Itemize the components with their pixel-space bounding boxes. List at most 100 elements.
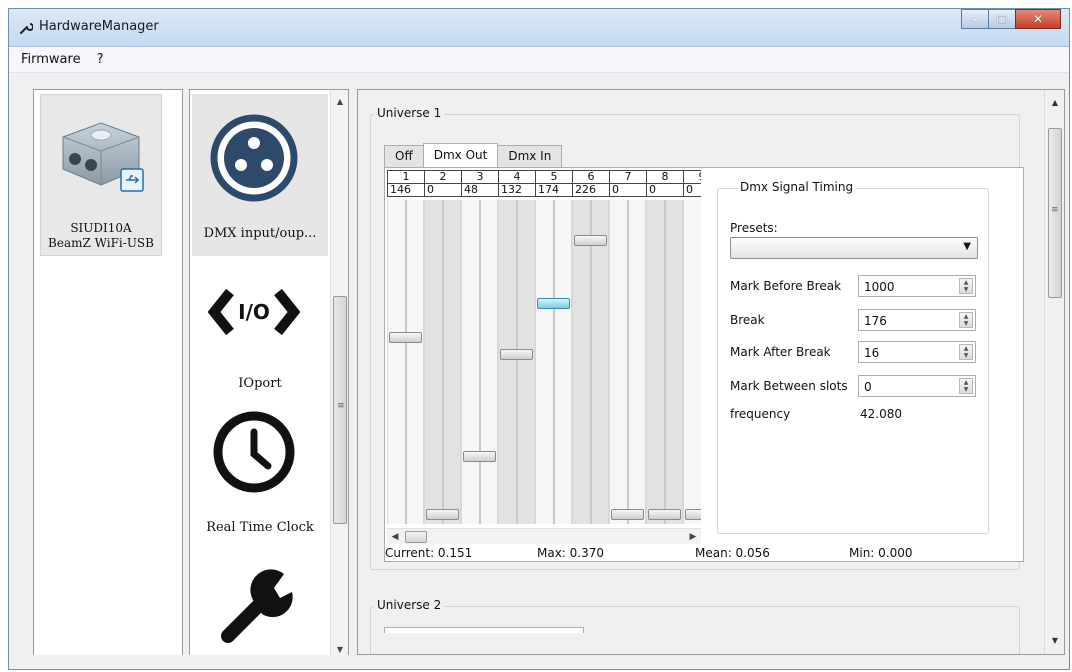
mark-after-break-spinbox[interactable]: 16 ▲ ▼: [858, 341, 976, 363]
tab-dmx-in[interactable]: Dmx In: [497, 145, 563, 167]
channel-value-5: 174: [535, 183, 573, 197]
title-bar: HardwareManager – □ ✕: [9, 9, 1069, 47]
close-button[interactable]: ✕: [1015, 9, 1061, 29]
menu-bar: Firmware ?: [9, 47, 1069, 73]
stats-bar: Current: 0.151 Max: 0.370 Mean: 0.056 Mi…: [385, 546, 1025, 562]
channel-fader-6[interactable]: [572, 200, 609, 524]
channel-fader-1[interactable]: [387, 200, 424, 524]
channel-header-9: 9: [683, 170, 701, 184]
wrench-icon: [221, 569, 293, 643]
fader-handle-7[interactable]: [611, 509, 644, 520]
dmx-out-pane: 114620348413251746226708090 ◀ ▶ Current:…: [384, 167, 1024, 562]
fader-handle-1[interactable]: [389, 332, 422, 343]
mark-before-break-spinbox[interactable]: 1000 ▲ ▼: [858, 275, 976, 297]
channel-fader-4[interactable]: [498, 200, 535, 524]
fader-handle-8[interactable]: [648, 509, 681, 520]
channel-value-9: 0: [683, 183, 701, 197]
fader-handle-2[interactable]: [426, 509, 459, 520]
function-item-tools[interactable]: [192, 546, 328, 662]
channel-fader-3[interactable]: [461, 200, 498, 524]
channel-hscrollbar[interactable]: ◀ ▶: [387, 528, 701, 544]
mark-before-break-value: 1000: [864, 280, 895, 294]
io-code-icon: I/O: [208, 288, 300, 336]
fader-groove: [700, 200, 701, 524]
channel-header-2: 2: [424, 170, 462, 184]
channel-value-2: 0: [424, 183, 462, 197]
chevron-down-icon: ▼: [963, 241, 971, 252]
channel-fader-9[interactable]: [683, 200, 701, 524]
break-label: Break: [730, 313, 765, 327]
channel-fader-2[interactable]: [424, 200, 461, 524]
fader-handle-6[interactable]: [574, 235, 607, 246]
frequency-value: 42.080: [860, 407, 902, 421]
grip-icon: ≡: [1051, 205, 1059, 215]
channel-value-4: 132: [498, 183, 536, 197]
device-item-siudi10a[interactable]: SIUDI10A BeamZ WiFi-USB: [40, 94, 162, 256]
channel-value-6: 226: [572, 183, 610, 197]
tab-dmx-out[interactable]: Dmx Out: [422, 143, 499, 167]
scroll-thumb[interactable]: ≡: [333, 296, 347, 524]
mark-between-slots-value: 0: [864, 380, 872, 394]
device-subtitle: BeamZ WiFi-USB: [48, 236, 154, 250]
scroll-down-arrow-icon[interactable]: ▼: [1045, 632, 1064, 650]
fader-groove: [552, 200, 555, 524]
function-label-rtc: Real Time Clock: [206, 520, 314, 535]
function-label-ioport: IOport: [238, 376, 282, 391]
scroll-up-arrow-icon[interactable]: ▲: [331, 94, 348, 110]
hscroll-thumb[interactable]: [405, 531, 427, 543]
scroll-up-arrow-icon[interactable]: ▲: [1045, 94, 1064, 112]
presets-label: Presets:: [730, 221, 778, 235]
spin-arrows-icon[interactable]: ▲ ▼: [959, 344, 973, 360]
frequency-label: frequency: [730, 407, 791, 421]
stat-current: Current: 0.151: [385, 546, 473, 560]
channel-fader-7[interactable]: [609, 200, 646, 524]
universe-1-tabs: Off Dmx Out Dmx In: [384, 143, 563, 167]
hardware-manager-window: HardwareManager – □ ✕ Firmware ? SIUDI10…: [8, 8, 1070, 670]
scroll-left-arrow-icon[interactable]: ◀: [387, 529, 403, 545]
menu-firmware[interactable]: Firmware: [13, 52, 89, 67]
fader-groove: [626, 200, 629, 524]
function-item-dmx[interactable]: DMX input/oup...: [192, 94, 328, 256]
function-list-scrollbar[interactable]: ▲ ≡ ▼: [330, 90, 348, 662]
stat-max: Max: 0.370: [537, 546, 605, 560]
dmx-signal-timing-group: Presets: ▼ Mark Before Break 1000 ▲ ▼ Bre…: [717, 188, 989, 534]
function-list: DMX input/oup... I/O IOport Real Time Cl…: [189, 89, 349, 663]
universe-scroll-thumb[interactable]: ≡: [1048, 128, 1062, 298]
channel-fader-8[interactable]: [646, 200, 683, 524]
channel-value-8: 0: [646, 183, 684, 197]
channel-header-3: 3: [461, 170, 499, 184]
channel-fader-5[interactable]: [535, 200, 572, 524]
fader-groove: [663, 200, 666, 524]
spin-arrows-icon[interactable]: ▲ ▼: [959, 378, 973, 394]
fader-handle-3[interactable]: [463, 451, 496, 462]
universe-2-title: Universe 2: [374, 598, 445, 612]
window-controls: – □ ✕: [961, 9, 1061, 31]
tab-off[interactable]: Off: [384, 145, 424, 167]
channel-value-7: 0: [609, 183, 647, 197]
presets-combobox[interactable]: ▼: [730, 237, 978, 259]
mark-after-break-value: 16: [864, 346, 880, 360]
minimize-button[interactable]: –: [961, 9, 989, 29]
break-spinbox[interactable]: 176 ▲ ▼: [858, 309, 976, 331]
clock-icon: [213, 411, 295, 493]
scroll-right-arrow-icon[interactable]: ▶: [685, 529, 701, 545]
menu-help[interactable]: ?: [89, 52, 112, 67]
maximize-button[interactable]: □: [988, 9, 1016, 29]
fader-handle-4[interactable]: [500, 349, 533, 360]
function-item-ioport[interactable]: I/O IOport: [192, 260, 328, 392]
fader-handle-5[interactable]: [537, 298, 570, 309]
fader-groove: [515, 200, 518, 524]
mark-before-break-label: Mark Before Break: [730, 279, 842, 293]
spin-arrows-icon[interactable]: ▲ ▼: [959, 312, 973, 328]
fader-groove: [441, 200, 444, 524]
spin-arrows-icon[interactable]: ▲ ▼: [959, 278, 973, 294]
function-item-rtc[interactable]: Real Time Clock: [192, 400, 328, 538]
mark-between-slots-label: Mark Between slots: [730, 379, 848, 393]
channel-header-4: 4: [498, 170, 536, 184]
dmx-signal-timing-title: Dmx Signal Timing: [737, 180, 857, 194]
fader-handle-9[interactable]: [685, 509, 701, 520]
universe-area-scrollbar[interactable]: ▲ ≡ ▼: [1044, 90, 1064, 654]
stat-mean: Mean: 0.056: [695, 546, 770, 560]
mark-after-break-label: Mark After Break: [730, 345, 831, 359]
mark-between-slots-spinbox[interactable]: 0 ▲ ▼: [858, 375, 976, 397]
